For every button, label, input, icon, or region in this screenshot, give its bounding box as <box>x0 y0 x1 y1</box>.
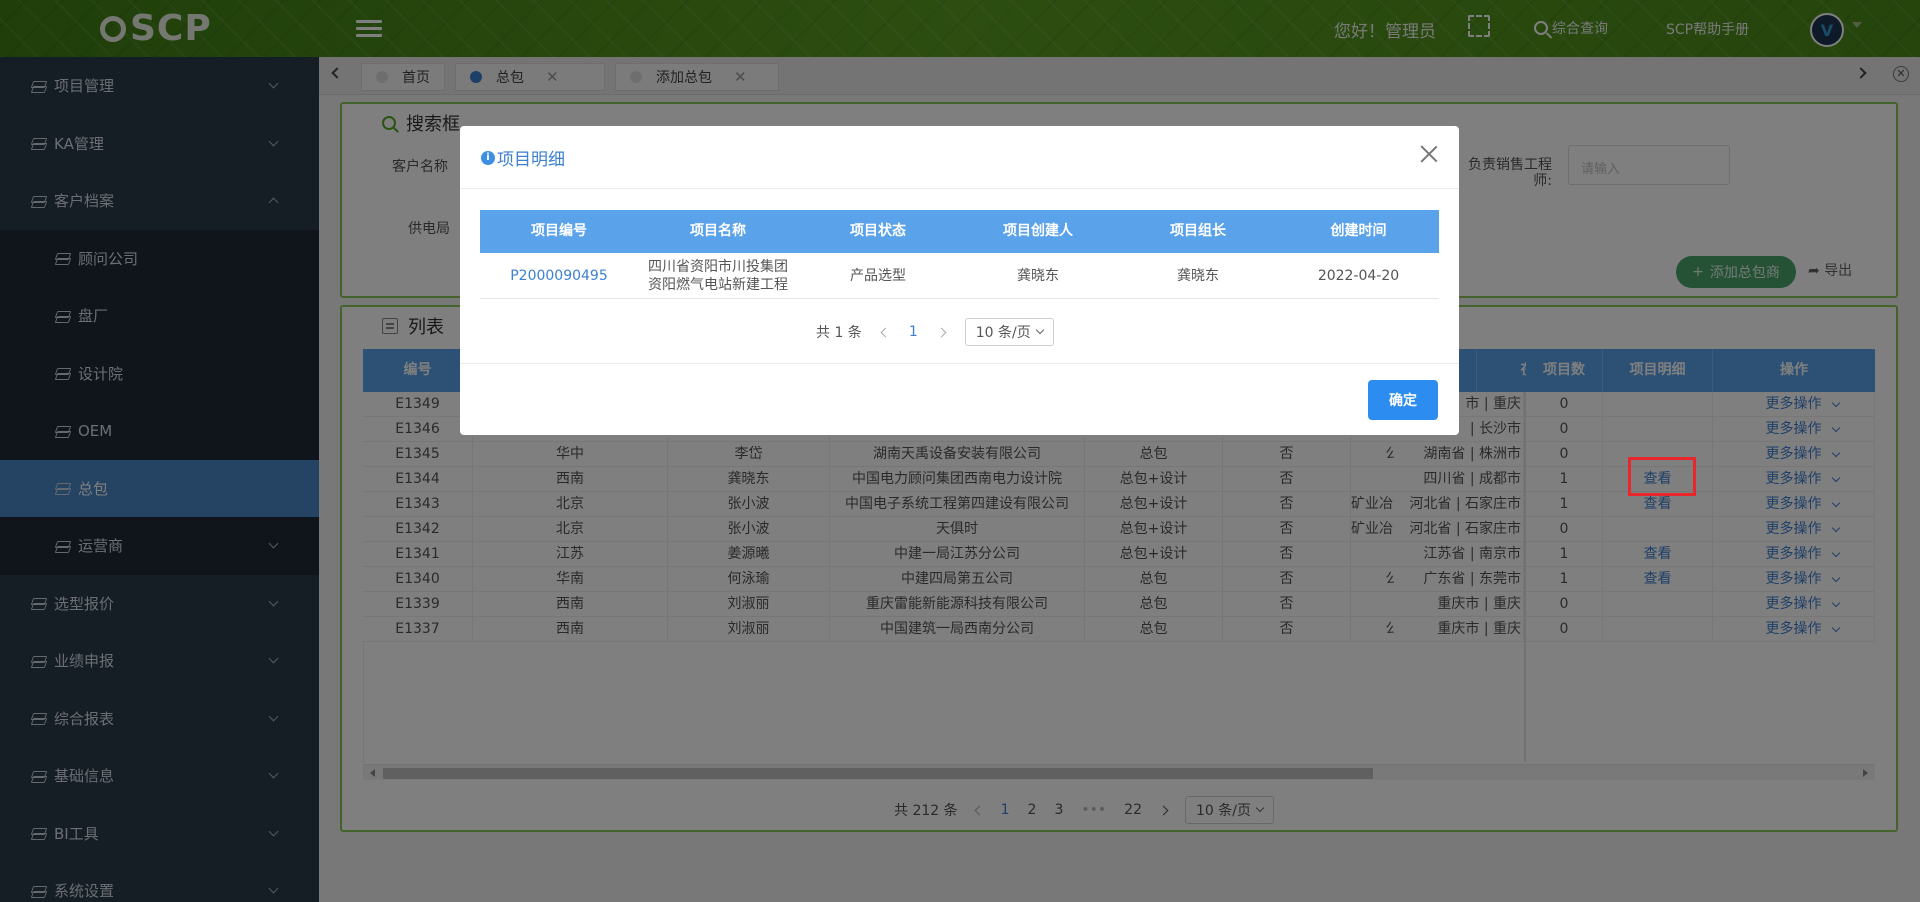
modal-page-size-select[interactable]: 10 条/页 <box>964 318 1054 346</box>
modal-footer-divider <box>460 363 1459 364</box>
project-status-cell: 产品选型 <box>850 268 906 284</box>
modal-page-1[interactable]: 1 <box>909 324 918 340</box>
project-name-line2: 资阳燃气电站新建工程 <box>648 277 788 293</box>
col-project-status: 项目状态 <box>850 223 906 239</box>
highlight-annotation <box>1628 457 1696 496</box>
project-detail-modal: i 项目明细 项目编号 项目名称 项目状态 项目创建人 项目组长 创建时间 P20… <box>460 126 1459 435</box>
prev-page-icon[interactable] <box>880 327 891 337</box>
confirm-button[interactable]: 确定 <box>1368 380 1438 420</box>
project-name-line1: 四川省资阳市川投集团 <box>648 259 788 275</box>
modal-pagination: 共 1 条 1 10 条/页 <box>816 318 1054 346</box>
project-leader-cell: 龚晓东 <box>1177 268 1219 284</box>
col-created-time: 创建时间 <box>1330 223 1387 239</box>
next-page-icon[interactable] <box>936 327 947 337</box>
modal-title: i 项目明细 <box>481 145 565 170</box>
info-icon: i <box>481 150 495 165</box>
close-icon[interactable] <box>1419 144 1439 164</box>
modal-total-count: 共 1 条 <box>816 325 862 341</box>
col-project-name: 项目名称 <box>690 223 746 239</box>
project-code-link[interactable]: P2000090495 <box>480 253 638 299</box>
col-project-code: 项目编号 <box>531 223 587 239</box>
modal-title-text: 项目明细 <box>497 150 565 170</box>
project-creator-cell: 龚晓东 <box>1017 268 1059 284</box>
modal-table-header: 项目编号 项目名称 项目状态 项目创建人 项目组长 创建时间 <box>480 210 1439 253</box>
col-project-leader: 项目组长 <box>1170 223 1226 239</box>
modal-page-size-value: 10 条/页 <box>975 325 1031 341</box>
modal-table-row: P2000090495 四川省资阳市川投集团 资阳燃气电站新建工程 产品选型 龚… <box>480 253 1439 299</box>
chevron-down-icon <box>1035 325 1044 335</box>
project-name-cell: 四川省资阳市川投集团 资阳燃气电站新建工程 <box>638 253 798 299</box>
created-time-cell: 2022-04-20 <box>1317 268 1400 284</box>
modal-header-divider <box>460 188 1459 189</box>
col-project-creator: 项目创建人 <box>1003 223 1073 239</box>
